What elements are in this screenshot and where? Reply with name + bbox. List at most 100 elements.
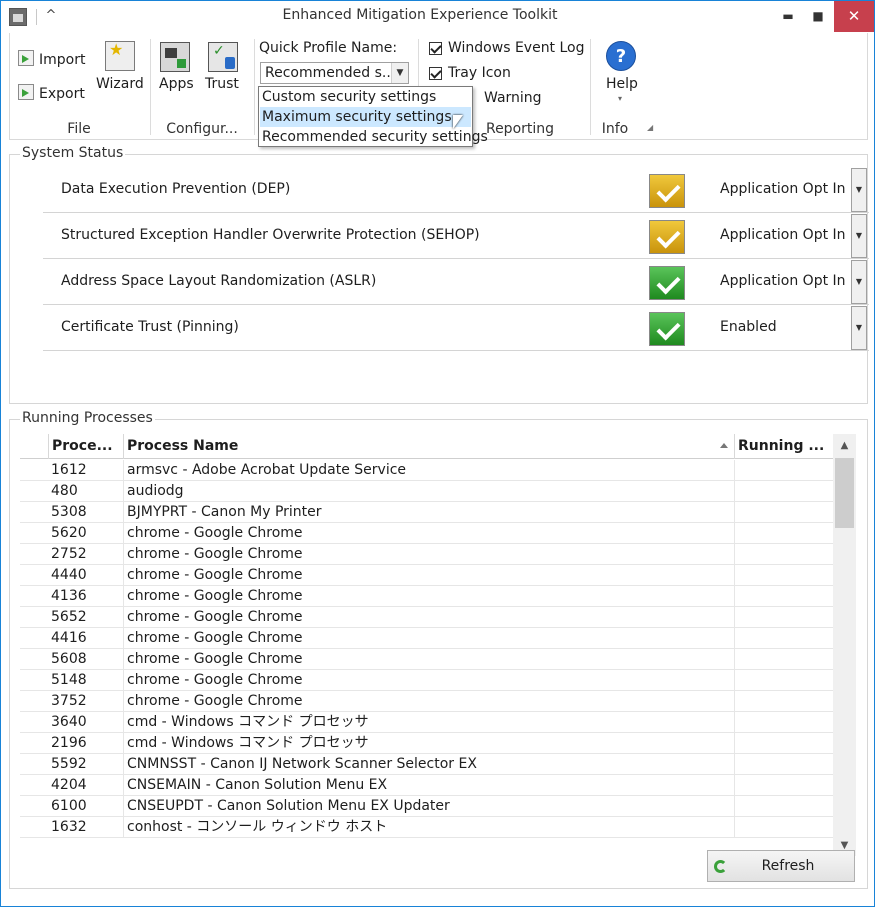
cell-running bbox=[734, 775, 833, 796]
chevron-down-icon[interactable]: ▼ bbox=[851, 214, 867, 258]
cell-running bbox=[734, 544, 833, 565]
cell-pid: 5608 bbox=[51, 651, 87, 667]
close-button[interactable]: ✕ bbox=[834, 1, 874, 32]
scroll-thumb[interactable] bbox=[835, 458, 854, 528]
status-label: Address Space Layout Randomization (ASLR… bbox=[61, 273, 377, 289]
column-header-running[interactable]: Running ... bbox=[734, 434, 833, 459]
table-row[interactable]: 1612 armsvc - Adobe Acrobat Update Servic… bbox=[20, 460, 833, 481]
dialog-launcher-icon[interactable]: ◢ bbox=[647, 123, 653, 132]
status-value: Application Opt In bbox=[720, 273, 846, 289]
cell-process-name: chrome - Google Chrome bbox=[123, 691, 734, 712]
cell-running bbox=[734, 649, 833, 670]
column-header-process-name[interactable]: Process Name bbox=[123, 434, 734, 459]
table-row[interactable]: 1632 conhost - コンソール ウィンドウ ホスト bbox=[20, 817, 833, 838]
cell-process-name: chrome - Google Chrome bbox=[123, 649, 734, 670]
windows-event-log-checkbox[interactable]: Windows Event Log bbox=[429, 40, 585, 56]
early-warning-label[interactable]: Warning bbox=[484, 90, 542, 106]
cell-running bbox=[734, 502, 833, 523]
checkbox-checked-icon bbox=[429, 41, 442, 55]
check-green-icon bbox=[649, 266, 685, 300]
group-separator bbox=[254, 39, 255, 135]
table-row[interactable]: 5652 chrome - Google Chrome bbox=[20, 607, 833, 628]
maximize-button[interactable]: ■ bbox=[803, 1, 833, 32]
running-processes-title: Running Processes bbox=[20, 410, 155, 426]
status-label: Data Execution Prevention (DEP) bbox=[61, 181, 291, 197]
table-row[interactable]: 480 audiodg bbox=[20, 481, 833, 502]
refresh-button[interactable]: Refresh bbox=[707, 850, 855, 882]
import-label: Import bbox=[39, 52, 86, 68]
table-row[interactable]: 4440 chrome - Google Chrome bbox=[20, 565, 833, 586]
cell-running bbox=[734, 460, 833, 481]
status-value: Application Opt In bbox=[720, 181, 846, 197]
quick-profile-combo[interactable]: Recommended s... ▼ bbox=[260, 62, 409, 84]
cell-running bbox=[734, 628, 833, 649]
tray-icon-checkbox[interactable]: Tray Icon bbox=[429, 65, 511, 81]
grid-rows: 1612 armsvc - Adobe Acrobat Update Servic… bbox=[20, 460, 833, 838]
cell-process-name: chrome - Google Chrome bbox=[123, 523, 734, 544]
chevron-down-icon[interactable]: ▼ bbox=[851, 260, 867, 304]
chevron-down-icon[interactable]: ▼ bbox=[851, 168, 867, 212]
dropdown-option-recommended[interactable]: Recommended security settings bbox=[260, 127, 488, 147]
trust-button[interactable]: Trust bbox=[203, 37, 243, 99]
grid-header: Proce... Process Name Running ... bbox=[20, 434, 833, 459]
cell-pid: 4204 bbox=[51, 777, 87, 793]
window-title: Enhanced Mitigation Experience Toolkit bbox=[282, 7, 558, 23]
table-row[interactable]: 5608 chrome - Google Chrome bbox=[20, 649, 833, 670]
status-value: Enabled bbox=[720, 319, 777, 335]
help-button[interactable]: ? Help ▾ bbox=[602, 39, 642, 111]
table-row[interactable]: 5620 chrome - Google Chrome bbox=[20, 523, 833, 544]
table-row[interactable]: 3640 cmd - Windows コマンド プロセッサ bbox=[20, 712, 833, 733]
process-grid: Proce... Process Name Running ... 1612 ar… bbox=[20, 434, 856, 856]
checkbox-checked-icon bbox=[429, 66, 442, 80]
cell-process-name: chrome - Google Chrome bbox=[123, 565, 734, 586]
wizard-button[interactable]: Wizard bbox=[94, 37, 146, 99]
status-value: Application Opt In bbox=[720, 227, 846, 243]
cell-running bbox=[734, 481, 833, 502]
table-row[interactable]: 2752 chrome - Google Chrome bbox=[20, 544, 833, 565]
import-button[interactable]: Import bbox=[18, 50, 85, 68]
cell-pid: 5148 bbox=[51, 672, 87, 688]
table-row[interactable]: 3752 chrome - Google Chrome bbox=[20, 691, 833, 712]
scroll-up-icon[interactable]: ▲ bbox=[833, 436, 856, 456]
table-row[interactable]: 6100 CNSEUPDT - Canon Solution Menu EX Up… bbox=[20, 796, 833, 817]
cell-pid: 5652 bbox=[51, 609, 87, 625]
info-group-label: Info bbox=[601, 121, 629, 137]
group-separator bbox=[150, 39, 151, 135]
table-row[interactable]: 4204 CNSEMAIN - Canon Solution Menu EX bbox=[20, 775, 833, 796]
cell-process-name: cmd - Windows コマンド プロセッサ bbox=[123, 733, 734, 754]
check-yellow-icon bbox=[649, 174, 685, 208]
cell-running bbox=[734, 796, 833, 817]
chevron-down-icon[interactable]: ▼ bbox=[851, 306, 867, 350]
quick-profile-value: Recommended s... bbox=[265, 65, 391, 81]
sort-ascending-icon bbox=[720, 443, 728, 448]
apps-label: Apps bbox=[159, 76, 194, 92]
quick-profile-dropdown: Custom security settings Maximum securit… bbox=[258, 86, 488, 147]
minimize-button[interactable]: ▬ bbox=[773, 1, 803, 32]
dropdown-option-maximum[interactable]: Maximum security settings bbox=[260, 107, 471, 127]
dropdown-option-custom[interactable]: Custom security settings bbox=[260, 87, 471, 107]
table-row[interactable]: 2196 cmd - Windows コマンド プロセッサ bbox=[20, 733, 833, 754]
apps-button[interactable]: Apps bbox=[156, 37, 196, 99]
cell-pid: 4416 bbox=[51, 630, 87, 646]
cell-pid: 5308 bbox=[51, 504, 87, 520]
export-button[interactable]: Export bbox=[18, 84, 85, 102]
cell-pid: 4136 bbox=[51, 588, 87, 604]
vertical-scrollbar[interactable]: ▲ ▼ bbox=[833, 434, 856, 856]
table-row[interactable]: 5592 CNMNSST - Canon IJ Network Scanner S… bbox=[20, 754, 833, 775]
table-row[interactable]: 4136 chrome - Google Chrome bbox=[20, 586, 833, 607]
cell-process-name: CNMNSST - Canon IJ Network Scanner Selec… bbox=[123, 754, 734, 775]
cell-pid: 2196 bbox=[51, 735, 87, 751]
table-row[interactable]: 5308 BJMYPRT - Canon My Printer bbox=[20, 502, 833, 523]
table-row[interactable]: 5148 chrome - Google Chrome bbox=[20, 670, 833, 691]
table-row[interactable]: 4416 chrome - Google Chrome bbox=[20, 628, 833, 649]
running-processes-panel: Running Processes Proce... Process Name … bbox=[9, 410, 868, 889]
quick-profile-label: Quick Profile Name: bbox=[259, 40, 398, 56]
cell-running bbox=[734, 733, 833, 754]
file-group-label: File bbox=[67, 121, 91, 137]
wizard-label: Wizard bbox=[96, 76, 144, 92]
cell-process-name: chrome - Google Chrome bbox=[123, 670, 734, 691]
chevron-down-icon[interactable]: ▼ bbox=[391, 63, 408, 83]
cell-process-name: CNSEUPDT - Canon Solution Menu EX Update… bbox=[123, 796, 734, 817]
cell-running bbox=[734, 565, 833, 586]
column-header-pid[interactable]: Proce... bbox=[48, 434, 123, 459]
